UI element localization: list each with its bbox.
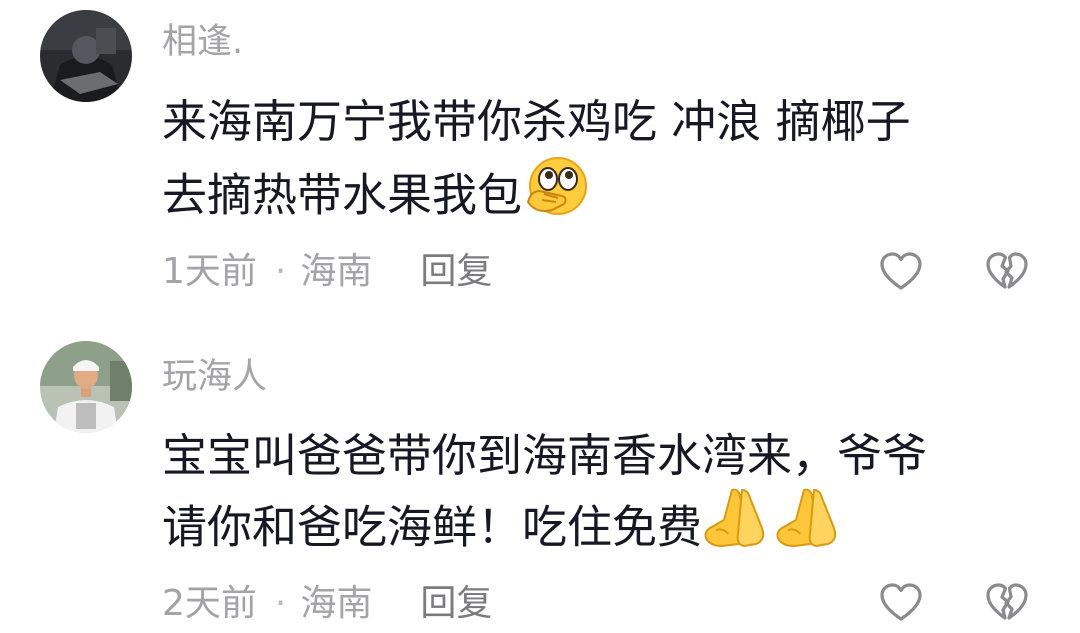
comment-item: 相逢. 来海南万宁我带你杀鸡吃 冲浪 摘椰子 去摘热带水果我包 1天前 · 海南 回复 — [0, 0, 1080, 320]
comment-text-line-wrap: 请你和爸吃海鲜！吃住免费 — [162, 488, 1052, 558]
comment-location: 海南 — [300, 583, 373, 624]
comment-text-line: 去摘热带水果我包 — [162, 168, 523, 222]
reply-button[interactable]: 回复 — [420, 248, 492, 296]
comment-text: 来海南万宁我带你杀鸡吃 冲浪 摘椰子 去摘热带水果我包 — [162, 88, 1052, 224]
reply-button[interactable]: 回复 — [420, 580, 492, 628]
comment-meta: 2天前 · 海南 回复 — [162, 580, 492, 628]
username[interactable]: 相逢. — [162, 20, 243, 64]
avatar-image — [40, 341, 132, 433]
dislike-broken-heart-icon[interactable] — [984, 249, 1030, 295]
avatar[interactable] — [40, 341, 132, 433]
face-peeking-emoji-icon — [522, 152, 592, 237]
like-heart-icon[interactable] — [878, 580, 924, 626]
comment-text-line-wrap: 去摘热带水果我包 — [162, 156, 1052, 224]
like-heart-icon[interactable] — [878, 249, 924, 295]
comment-time: 2天前 — [162, 583, 257, 624]
comment-text-line: 宝宝叫爸爸带你到海南香水湾来，爷爷 — [162, 429, 928, 482]
comment-meta: 1天前 · 海南 回复 — [162, 248, 492, 296]
username[interactable]: 玩海人 — [162, 355, 267, 399]
comment-location: 海南 — [300, 251, 373, 292]
meta-separator: · — [274, 251, 287, 292]
comment-text-line: 请你和爸吃海鲜！吃住免费 — [162, 500, 703, 554]
comment-item: 玩海人 宝宝叫爸爸带你到海南香水湾来，爷爷 请你和爸吃海鲜！吃住免费 2天前 · 海… — [0, 320, 1080, 633]
avatar[interactable] — [40, 10, 132, 102]
comment-text: 宝宝叫爸爸带你到海南香水湾来，爷爷 请你和爸吃海鲜！吃住免费 — [162, 422, 1052, 558]
meta-separator: · — [274, 583, 287, 624]
folded-hands-emoji-icon — [702, 486, 844, 567]
avatar-image — [40, 10, 132, 102]
comment-text-line: 来海南万宁我带你杀鸡吃 冲浪 摘椰子 — [162, 95, 911, 148]
comment-time: 1天前 — [162, 251, 257, 292]
dislike-broken-heart-icon[interactable] — [984, 580, 1030, 626]
